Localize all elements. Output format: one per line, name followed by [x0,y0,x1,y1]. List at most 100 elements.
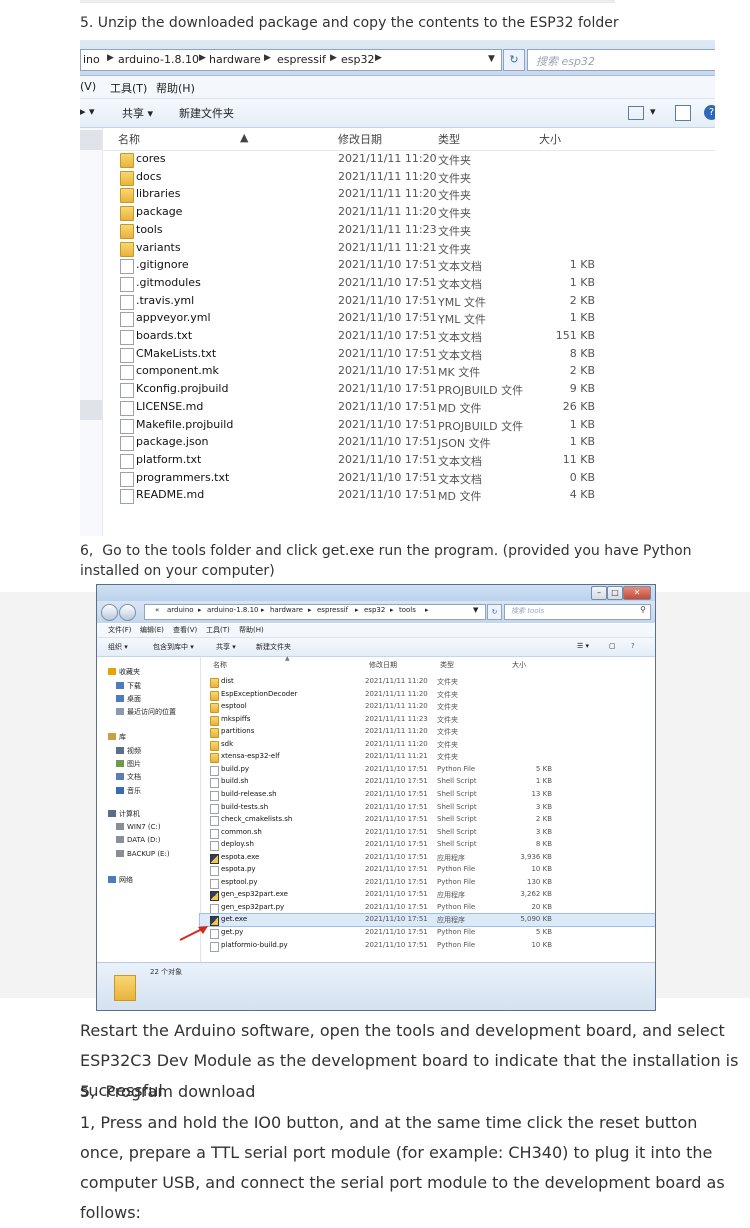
breadcrumb-item[interactable]: espressif [277,53,326,66]
file-row[interactable]: variants 2021/11/11 11:21 文件夹 [102,240,715,257]
chevron-right-icon[interactable]: ▸ [308,606,312,614]
help-icon[interactable]: ? [631,642,635,650]
share-button[interactable]: 共享 ▾ [216,642,236,652]
file-row[interactable]: Makefile.projbuild 2021/11/10 17:51 PROJBU… [102,417,715,434]
dropdown-arrow-icon[interactable]: ▼ [488,54,495,64]
menu-item-view[interactable]: 查看(V) [173,625,197,635]
chevron-right-icon[interactable]: ▶ [375,53,382,63]
organize-button[interactable]: 组织 ▾ [108,642,128,652]
sidebar-item-drive[interactable]: WIN7 (C:) [116,823,161,831]
breadcrumb-item[interactable]: hardware [270,606,303,614]
menu-item-tools[interactable]: 工具(T) [206,625,230,635]
share-button[interactable]: 共享 ▾ [122,105,153,121]
breadcrumb-item[interactable]: esp32 [341,53,374,66]
file-row[interactable]: espota.py 2021/11/10 17:51 Python File 10 K… [200,864,655,877]
chevron-right-icon[interactable]: ▸ [425,606,429,614]
breadcrumb-overflow[interactable]: « [155,606,159,614]
column-date[interactable]: 修改日期 [369,660,397,670]
chevron-right-icon[interactable]: ▸ [355,606,359,614]
file-row[interactable]: .gitmodules 2021/11/10 17:51 文本文档 1 KB [102,275,715,292]
sidebar-item-drive[interactable]: BACKUP (E:) [116,850,170,858]
help-icon[interactable]: ? [704,105,715,120]
chevron-right-icon[interactable]: ▶ [330,53,337,63]
column-type[interactable]: 类型 [438,131,460,147]
column-name[interactable]: 名称 [118,131,140,147]
back-icon[interactable] [101,604,118,621]
column-type[interactable]: 类型 [440,660,454,670]
breadcrumb-item[interactable]: espressif [317,606,348,614]
breadcrumb-item[interactable]: arduino [167,606,194,614]
forward-icon[interactable] [119,604,136,621]
preview-pane-icon[interactable] [675,105,691,121]
nav-item[interactable] [80,130,102,150]
file-row[interactable]: README.md 2021/11/10 17:51 MD 文件 4 KB [102,487,715,505]
file-row[interactable]: gen_esp32part.py 2021/11/10 17:51 Python F… [200,902,655,914]
file-row[interactable]: partitions 2021/11/11 11:20 文件夹 [200,726,655,739]
new-folder-button[interactable]: 新建文件夹 [256,642,291,652]
preview-pane-icon[interactable]: ▢ [609,642,616,650]
sidebar-item-drive[interactable]: DATA (D:) [116,836,160,844]
sidebar-item-desktop[interactable]: 桌面 [116,694,141,704]
menu-item-edit[interactable]: 编辑(E) [140,625,164,635]
close-icon[interactable]: ✕ [623,586,651,600]
search-input[interactable]: 搜索 esp32 [527,49,715,71]
sidebar-item-recent[interactable]: 最近访问的位置 [116,707,176,717]
file-row[interactable]: CMakeLists.txt 2021/11/10 17:51 文本文档 8 KB [102,346,715,363]
chevron-right-icon[interactable]: ▸ [390,606,394,614]
file-row[interactable]: Kconfig.projbuild 2021/11/10 17:51 PROJBUI… [102,381,715,399]
file-row[interactable]: LICENSE.md 2021/11/10 17:51 MD 文件 26 KB [102,399,715,416]
breadcrumb-item[interactable]: hardware [209,53,261,66]
sidebar-item-picture[interactable]: 图片 [116,759,141,769]
refresh-icon[interactable]: ↻ [487,604,502,620]
breadcrumb-item[interactable]: esp32 [364,606,385,614]
sidebar-item-download[interactable]: 下载 [116,681,141,691]
file-row[interactable]: build.sh 2021/11/10 17:51 Shell Script 1 KB [200,776,655,789]
search-input[interactable]: 搜索 tools ⚲ [504,604,651,620]
column-date[interactable]: 修改日期 [338,131,382,147]
file-row[interactable]: sdk 2021/11/11 11:20 文件夹 [200,739,655,751]
menu-item-view[interactable]: (V) [80,80,96,93]
file-row[interactable]: platform.txt 2021/11/10 17:51 文本文档 11 KB [102,452,715,469]
breadcrumb[interactable]: ino ▶ arduino-1.8.10 ▶ hardware ▶ espres… [80,49,502,71]
refresh-icon[interactable]: ↻ [503,49,525,71]
file-row[interactable]: mkspiffs 2021/11/11 11:23 文件夹 [200,714,655,726]
column-name[interactable]: 名称 [213,660,227,670]
column-size[interactable]: 大小 [512,660,526,670]
sidebar-item-document[interactable]: 文档 [116,772,141,782]
breadcrumb-item[interactable]: arduino-1.8.10 [207,606,259,614]
file-row[interactable]: package.json 2021/11/10 17:51 JSON 文件 1 KB [102,434,715,452]
minimize-icon[interactable]: – [591,586,607,600]
menu-item-help[interactable]: 帮助(H) [156,80,195,96]
chevron-right-icon[interactable]: ▶ [199,53,206,63]
file-row[interactable]: cores 2021/11/11 11:20 文件夹 [102,151,715,168]
file-row[interactable]: package 2021/11/11 11:20 文件夹 [102,204,715,222]
dropdown-arrow-icon[interactable]: ▸ ▾ [80,105,95,118]
menu-item-file[interactable]: 文件(F) [108,625,132,635]
file-row[interactable]: esptool 2021/11/11 11:20 文件夹 [200,701,655,714]
file-row[interactable]: .travis.yml 2021/11/10 17:51 YML 文件 2 KB [102,293,715,310]
file-row[interactable]: tools 2021/11/11 11:23 文件夹 [102,222,715,239]
search-icon[interactable]: ⚲ [640,605,646,614]
file-row[interactable]: xtensa-esp32-elf 2021/11/11 11:21 文件夹 [200,751,655,764]
breadcrumb-item[interactable]: arduino-1.8.10 [118,53,199,66]
sidebar-item-computer[interactable]: 计算机 [108,809,140,819]
file-row[interactable]: espota.exe 2021/11/10 17:51 应用程序 3,936 KB [200,852,655,864]
chevron-right-icon[interactable]: ▶ [264,53,271,63]
chevron-down-icon[interactable]: ▾ [650,105,656,118]
sidebar-item-network[interactable]: 网络 [108,875,133,885]
breadcrumb[interactable]: « arduino ▸ arduino-1.8.10 ▸ hardware ▸ … [144,604,486,620]
file-row[interactable]: build-tests.sh 2021/11/10 17:51 Shell Scri… [200,802,655,814]
file-row[interactable]: build-release.sh 2021/11/10 17:51 Shell Sc… [200,789,655,801]
file-row[interactable]: dist 2021/11/11 11:20 文件夹 [200,676,655,688]
dropdown-arrow-icon[interactable]: ▼ [473,606,478,614]
menu-item-tools[interactable]: 工具(T) [110,80,147,96]
breadcrumb-item[interactable]: ino [83,53,100,66]
file-row[interactable]: get.exe 2021/11/10 17:51 应用程序 5,090 KB [199,913,655,928]
file-row[interactable]: appveyor.yml 2021/11/10 17:51 YML 文件 1 KB [102,310,715,328]
file-row[interactable]: common.sh 2021/11/10 17:51 Shell Script 3 K… [200,827,655,839]
file-row[interactable]: component.mk 2021/11/10 17:51 MK 文件 2 KB [102,363,715,381]
new-folder-button[interactable]: 新建文件夹 [179,105,234,121]
file-row[interactable]: programmers.txt 2021/11/10 17:51 文本文档 0 KB [102,470,715,487]
file-row[interactable]: .gitignore 2021/11/10 17:51 文本文档 1 KB [102,257,715,275]
file-row[interactable]: esptool.py 2021/11/10 17:51 Python File 130… [200,877,655,889]
